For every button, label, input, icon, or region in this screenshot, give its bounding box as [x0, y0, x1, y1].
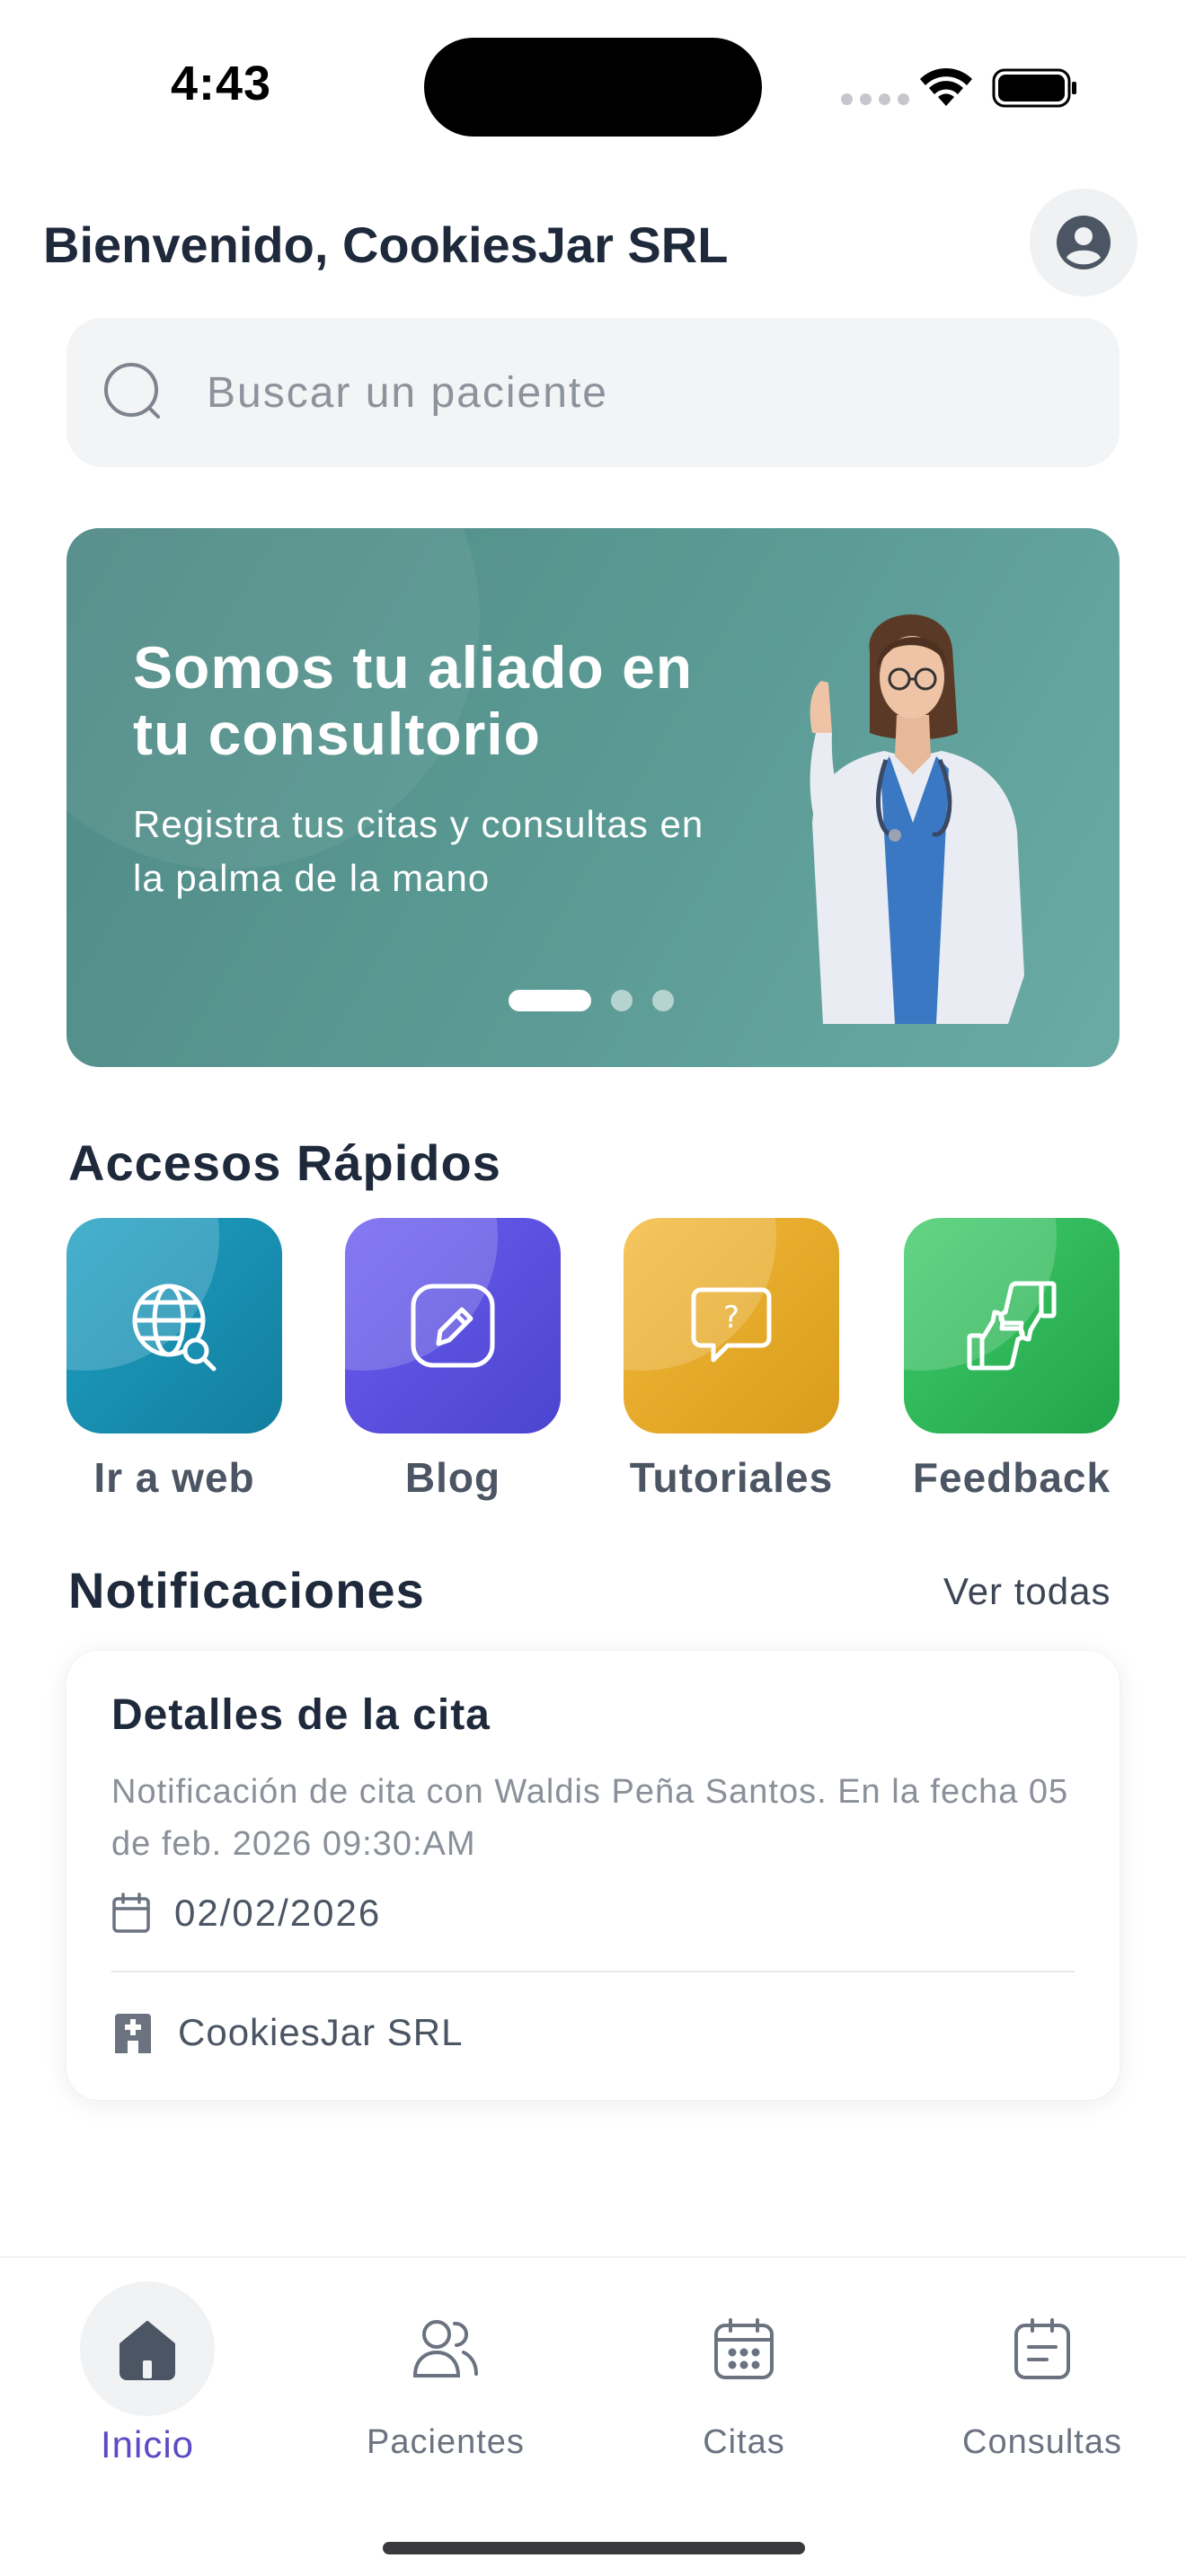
see-all-notifications-link[interactable]: Ver todas: [943, 1570, 1111, 1613]
quick-access-web[interactable]: Ir a web: [66, 1218, 282, 1502]
cellular-signal-icon: [841, 93, 909, 105]
user-circle-icon: [1057, 216, 1111, 269]
carousel-dot-2[interactable]: [611, 990, 633, 1011]
quick-access-tile[interactable]: [66, 1218, 282, 1434]
nav-icon-wrap[interactable]: [378, 2281, 513, 2416]
nav-icon-wrap[interactable]: [80, 2281, 215, 2416]
home-icon: [119, 2321, 175, 2380]
nav-label: Citas: [703, 2423, 785, 2461]
banner-subtitle: Registra tus citas y consultas en la pal…: [133, 803, 704, 899]
quick-access-tile[interactable]: [345, 1218, 561, 1434]
status-bar: 4:43: [0, 0, 1186, 171]
globe-search-icon: [132, 1284, 217, 1372]
notification-divider: [111, 1971, 1075, 1972]
quick-access-label: Blog: [404, 1454, 501, 1501]
notification-clinic-row: CookiesJar SRL: [111, 2010, 463, 2055]
nav-item-pacientes[interactable]: Pacientes: [338, 2281, 553, 2462]
notification-date: 02/02/2026: [174, 1892, 382, 1934]
search-icon: [104, 363, 160, 419]
nav-icon-wrap[interactable]: [975, 2281, 1110, 2416]
welcome-greeting: Bienvenido, CookiesJar SRL: [43, 216, 729, 273]
nav-item-citas[interactable]: Citas: [636, 2281, 852, 2462]
battery-icon: [992, 68, 1076, 108]
quick-access-tile[interactable]: [904, 1218, 1120, 1434]
svg-text:?: ?: [723, 1300, 739, 1336]
nav-item-inicio[interactable]: Inicio: [40, 2281, 255, 2466]
promo-banner[interactable]: Somos tu aliado en tu consultorio Regist…: [66, 528, 1120, 1067]
quick-access-blog[interactable]: Blog: [345, 1218, 561, 1502]
carousel-dot-1[interactable]: [509, 990, 591, 1011]
quick-access-tile[interactable]: ?: [624, 1218, 839, 1434]
quick-access-label: Tutoriales: [629, 1454, 834, 1501]
edit-pencil-icon: [411, 1284, 495, 1368]
quick-access-feedback[interactable]: Feedback: [904, 1218, 1120, 1502]
thumbs-up-down-icon: [967, 1281, 1057, 1371]
profile-button[interactable]: [1030, 189, 1137, 296]
quick-access-tutorials[interactable]: ? Tutoriales: [624, 1218, 839, 1502]
notification-card[interactable]: Detalles de la cita Notificación de cita…: [66, 1651, 1120, 2100]
wifi-icon: [920, 67, 972, 106]
carousel-dot-3[interactable]: [652, 990, 674, 1011]
quick-access-label: Feedback: [912, 1454, 1111, 1501]
users-icon: [412, 2320, 478, 2378]
dynamic-island: [424, 38, 762, 137]
nav-label: Consultas: [962, 2423, 1122, 2461]
nav-label: Inicio: [100, 2423, 195, 2466]
notification-clinic: CookiesJar SRL: [178, 2011, 464, 2053]
banner-title: Somos tu aliado en tu consultorio: [133, 634, 694, 767]
status-time: 4:43: [171, 57, 272, 110]
hospital-icon: [115, 2014, 151, 2053]
calendar-icon: [714, 2318, 774, 2379]
nav-item-consultas[interactable]: Consultas: [934, 2281, 1150, 2462]
calendar-icon: [112, 1892, 150, 1933]
carousel-indicator[interactable]: [509, 990, 674, 1011]
nav-icon-wrap[interactable]: [677, 2281, 811, 2416]
nav-label: Pacientes: [367, 2423, 525, 2461]
notification-title: Detalles de la cita: [111, 1691, 491, 1739]
notification-date-row: 02/02/2026: [111, 1892, 381, 1935]
doctor-illustration: [810, 614, 1024, 1024]
notification-body: Notificación de cita con Waldis Peña San…: [111, 1773, 1069, 1863]
clipboard-icon: [1014, 2318, 1070, 2379]
question-chat-icon: ?: [691, 1287, 772, 1363]
quick-access-label: Ir a web: [93, 1454, 255, 1501]
search-bar[interactable]: [66, 318, 1120, 467]
quick-access-title: Accesos Rápidos: [68, 1134, 501, 1191]
home-indicator[interactable]: [383, 2542, 805, 2554]
bottom-navigation: Inicio Pacientes Citas Consultas: [0, 2256, 1186, 2576]
search-input[interactable]: [207, 318, 1087, 467]
notifications-title: Notificaciones: [68, 1562, 425, 1619]
